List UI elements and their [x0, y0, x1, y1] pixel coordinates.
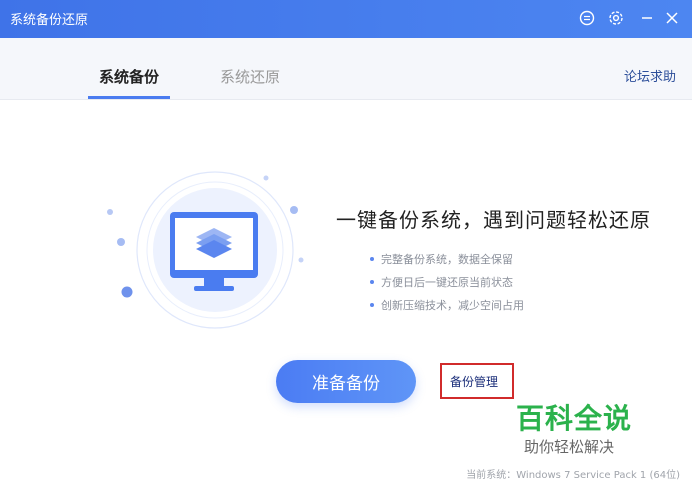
feature-text: 创新压缩技术，减少空间占用: [381, 298, 524, 312]
minimize-icon[interactable]: [638, 9, 656, 27]
title-bar: 系统备份还原: [0, 0, 692, 38]
system-status: 当前系统：Windows 7 Service Pack 1 (64位): [466, 470, 680, 481]
headline: 一键备份系统，遇到问题轻松还原: [336, 208, 651, 232]
feedback-icon[interactable]: [578, 9, 596, 27]
forum-help-link[interactable]: 论坛求助: [624, 66, 676, 85]
bullet-icon: [370, 256, 374, 261]
watermark-subtitle: 助你轻松解决: [524, 438, 615, 456]
gear-icon[interactable]: [607, 9, 625, 27]
bullet-icon: [370, 302, 374, 307]
feature-text: 方便日后一键还原当前状态: [381, 275, 513, 289]
tab-system-backup[interactable]: 系统备份: [99, 66, 159, 87]
feature-text: 完整备份系统，数据全保留: [381, 252, 513, 266]
list-item: 创新压缩技术，减少空间占用: [370, 293, 524, 316]
close-icon[interactable]: [663, 9, 681, 27]
prepare-backup-button[interactable]: 准备备份: [276, 360, 416, 403]
list-item: 完整备份系统，数据全保留: [370, 247, 524, 270]
tab-bar: 系统备份 系统还原 论坛求助: [0, 38, 692, 100]
feature-list: 完整备份系统，数据全保留 方便日后一键还原当前状态 创新压缩技术，减少空间占用: [370, 247, 524, 316]
backup-management-link[interactable]: 备份管理: [440, 363, 514, 399]
backup-illustration: [100, 168, 310, 333]
watermark-title: 百科全说: [516, 402, 633, 435]
window-title: 系统备份还原: [10, 13, 89, 28]
active-tab-indicator: [88, 96, 170, 99]
bullet-icon: [370, 279, 374, 284]
tab-system-restore[interactable]: 系统还原: [220, 66, 280, 87]
list-item: 方便日后一键还原当前状态: [370, 270, 524, 293]
backup-management-label: 备份管理: [450, 374, 499, 389]
